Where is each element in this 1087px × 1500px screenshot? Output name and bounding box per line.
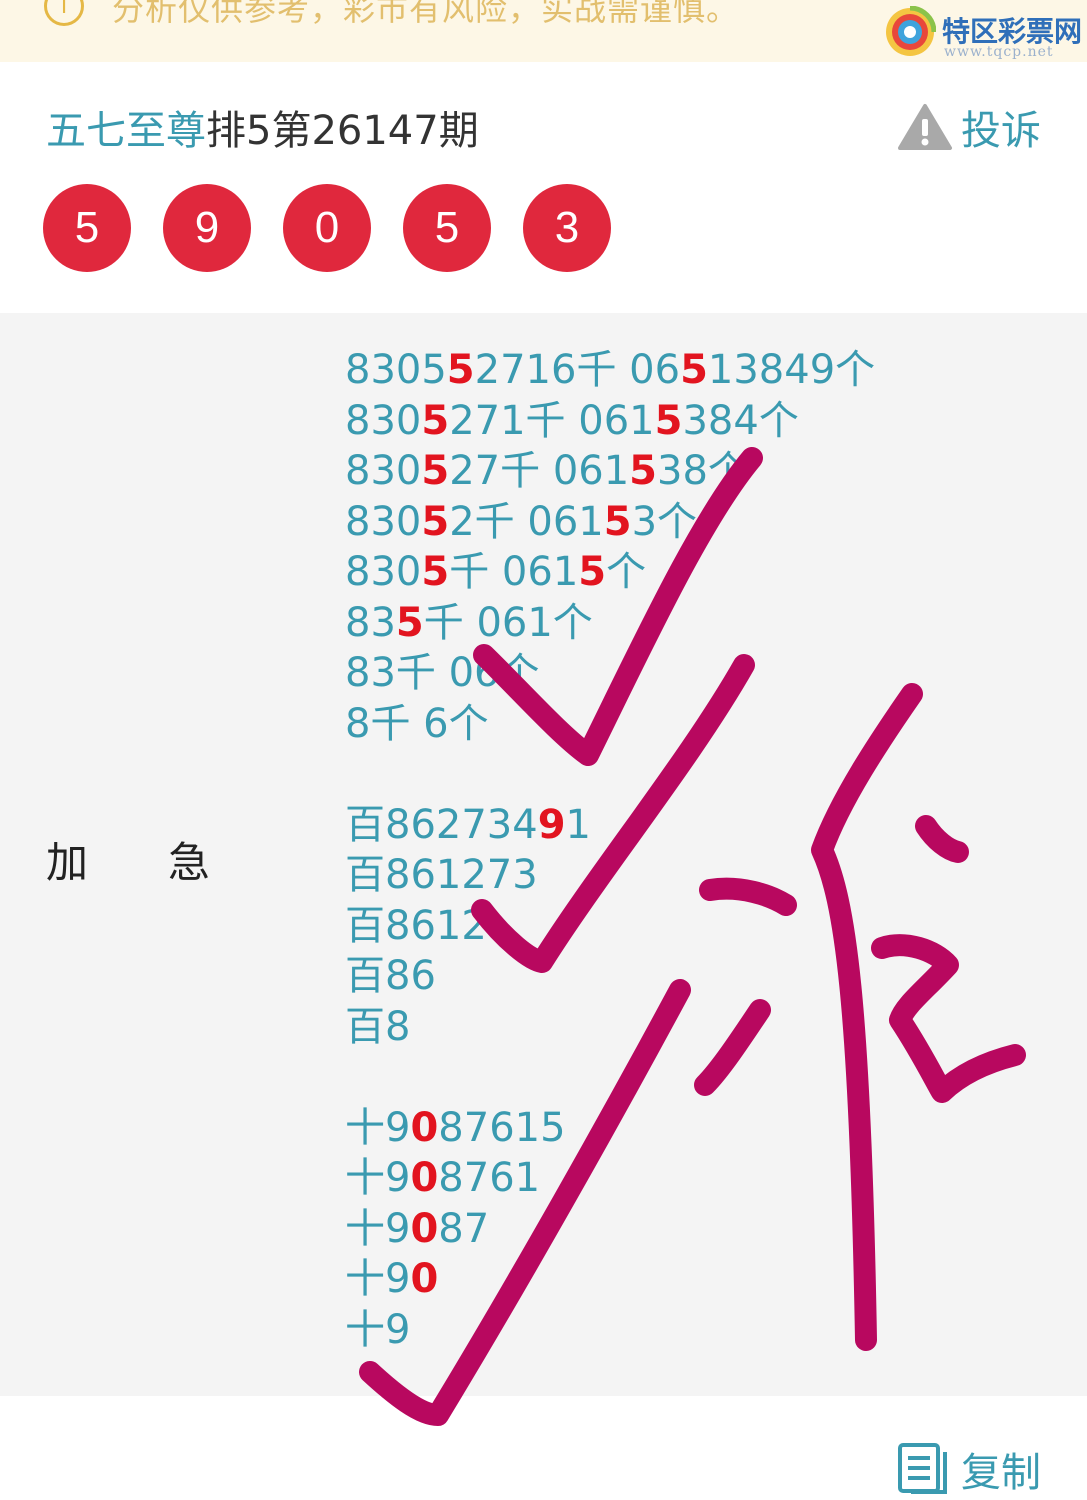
prediction-line: 十9: [345, 1305, 875, 1356]
draw-ball: 0: [283, 184, 371, 272]
author-link[interactable]: 五七至尊: [46, 108, 206, 154]
prediction-text: 2716千 06: [474, 347, 681, 393]
hit-digit: 0: [410, 1104, 439, 1151]
prediction-line: 835千 061个: [345, 598, 875, 649]
watermark-url: www.tqcp.net: [944, 44, 1054, 60]
prediction-text: 38个: [657, 448, 748, 494]
prediction-line: 百861273: [345, 850, 875, 901]
prediction-line: 8千 6个: [345, 699, 875, 750]
hit-digit: 5: [395, 599, 424, 646]
prediction-line: 百86273491: [345, 800, 875, 851]
prediction-text: 十9: [345, 1205, 411, 1252]
prediction-text: 1: [565, 801, 591, 848]
prediction-label: 加急: [46, 838, 291, 887]
prediction-text: 830: [345, 397, 422, 444]
prediction-text: 27千 061: [449, 448, 630, 494]
copy-button[interactable]: 复制: [897, 1440, 1041, 1498]
hit-digit: 5: [446, 347, 475, 393]
prediction-line: 十9087615: [345, 1103, 875, 1154]
prediction-text: 十9: [345, 1104, 411, 1151]
hit-digit: 5: [421, 549, 450, 595]
prediction-text: 3个: [631, 498, 698, 545]
hit-digit: 5: [680, 347, 708, 393]
prediction-text: 13849个: [707, 347, 876, 393]
hit-digit: 5: [421, 498, 450, 545]
prediction-text: 384个: [682, 397, 799, 444]
prediction-line: 十90: [345, 1254, 875, 1305]
prediction-line: 830527千 061538个: [345, 446, 875, 497]
prediction-text: 271千 061: [449, 397, 655, 444]
hit-digit: 5: [654, 397, 683, 444]
risk-notice-text: 分析仅供参考，彩市有风险，实战需谨慎。: [112, 0, 740, 28]
prediction-line: 83052千 06153个: [345, 497, 875, 548]
prediction-line: 83千 06个: [345, 648, 875, 699]
copy-icon: [898, 1443, 947, 1494]
prediction-text: 十9: [345, 1306, 411, 1353]
complain-button[interactable]: 投诉: [897, 98, 1041, 156]
prediction-text: 83千 06个: [345, 650, 540, 696]
draw-ball: 5: [43, 184, 131, 272]
complain-label: 投诉: [961, 108, 1041, 154]
prediction-text: 8761: [438, 1155, 541, 1201]
hit-digit: 5: [421, 397, 450, 444]
hit-digit: 0: [410, 1205, 439, 1252]
info-icon: i: [44, 0, 84, 26]
prediction-line: 十908761: [345, 1153, 875, 1204]
prediction-line: 8305千 0615个: [345, 547, 875, 598]
draw-ball: 5: [403, 184, 491, 272]
prediction-text: 830: [345, 448, 422, 494]
issue-title: 排5第26147期: [206, 108, 479, 154]
prediction-text: 千 061个: [423, 599, 593, 646]
warning-icon: [898, 104, 952, 150]
draw-ball: 9: [163, 184, 251, 272]
prediction-text: 8千 6个: [345, 700, 489, 747]
prediction-text: 2千 061: [449, 498, 604, 545]
prediction-text: 830: [345, 498, 422, 545]
prediction-line: 十9087: [345, 1204, 875, 1255]
page-title: 五七至尊排5第26147期: [46, 98, 479, 156]
prediction-text: 百8612: [345, 902, 487, 949]
prediction-text: 830: [345, 549, 422, 595]
prediction-text: 百861273: [345, 852, 538, 898]
hit-digit: 5: [603, 498, 632, 545]
hit-digit: 9: [537, 801, 566, 848]
prediction-text: 百8: [345, 1003, 411, 1050]
prediction-text: 87: [438, 1205, 490, 1252]
prediction-content: 830552716千 06513849个 8305271千 0615384个 830…: [345, 345, 875, 1355]
copy-label: 复制: [961, 1450, 1041, 1496]
hit-digit: 5: [421, 448, 450, 494]
prediction-text: 百86: [345, 953, 436, 999]
hit-digit: 5: [629, 448, 658, 494]
prediction-text: 8305: [345, 347, 447, 393]
hit-digit: 5: [578, 549, 607, 595]
prediction-line: 8305271千 0615384个: [345, 396, 875, 447]
watermark-logo-icon: [886, 6, 936, 56]
prediction-text: 83: [345, 599, 396, 646]
hit-digit: 0: [410, 1155, 439, 1201]
prediction-line: 百8612: [345, 901, 875, 952]
prediction-text: 百862734: [345, 801, 538, 848]
prediction-line: 百8: [345, 1002, 875, 1053]
hit-digit: 0: [410, 1256, 439, 1302]
prediction-text: 千 061: [449, 549, 579, 595]
prediction-text: 87615: [438, 1104, 566, 1151]
prediction-text: 十9: [345, 1256, 411, 1302]
prediction-panel: 加急 830552716千 06513849个 8305271千 0615384个…: [0, 313, 1087, 1396]
prediction-text: 十9: [345, 1155, 411, 1201]
prediction-text: 个: [606, 549, 647, 595]
draw-ball: 3: [523, 184, 611, 272]
prediction-line: 830552716千 06513849个: [345, 345, 875, 396]
draw-result: 5 9 0 5 3: [43, 184, 643, 272]
prediction-line: 百86: [345, 951, 875, 1002]
